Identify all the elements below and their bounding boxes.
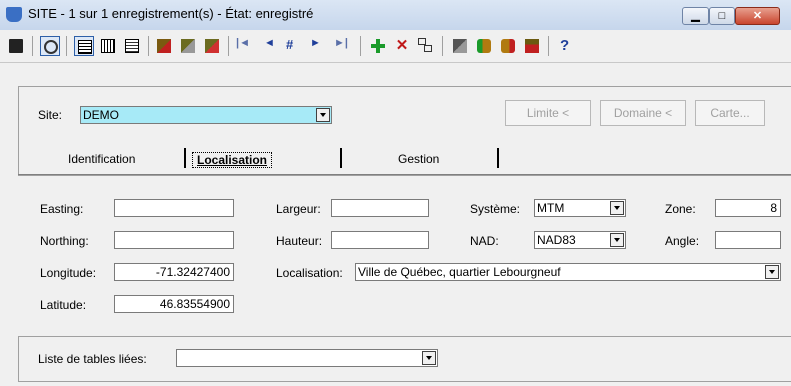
detail-view-icon[interactable] [122, 36, 142, 56]
main-window: SITE - 1 sur 1 enregistrement(s) - État:… [0, 0, 791, 386]
angle-field[interactable] [715, 231, 781, 249]
longitude-field[interactable]: -71.32427400 [114, 263, 234, 281]
toolbar: |◄ ◄ # ► ►| ✕ ? [0, 30, 791, 63]
window-title: SITE - 1 sur 1 enregistrement(s) - État:… [28, 6, 314, 21]
goto-record-icon[interactable]: # [286, 37, 293, 52]
longitude-label: Longitude: [40, 266, 97, 280]
maximize-icon: □ [718, 10, 726, 22]
latitude-label: Latitude: [40, 298, 87, 312]
tab-localisation[interactable]: Localisation [192, 152, 273, 168]
nad-label: NAD: [470, 234, 499, 248]
toolbar-separator [66, 36, 67, 56]
db-add-icon[interactable] [474, 36, 494, 56]
systeme-value: MTM [537, 201, 565, 215]
systeme-label: Système: [470, 202, 521, 216]
site-select[interactable]: DEMO [80, 106, 332, 124]
title-bar: SITE - 1 sur 1 enregistrement(s) - État:… [0, 0, 791, 31]
link-icon[interactable] [416, 36, 436, 56]
linked-tables-label: Liste de tables liées: [38, 352, 147, 366]
export-icon[interactable] [450, 36, 470, 56]
toolbar-separator [442, 36, 443, 56]
previous-record-icon[interactable]: ◄ [264, 37, 275, 49]
domaine-button[interactable]: Domaine < [600, 100, 686, 126]
hauteur-field[interactable] [331, 231, 429, 249]
tab-gestion[interactable]: Gestion [398, 152, 439, 166]
easting-field[interactable] [114, 199, 234, 217]
chevron-down-icon[interactable] [765, 265, 779, 279]
close-icon: ✕ [752, 10, 763, 22]
help-icon[interactable]: ? [560, 37, 569, 54]
nad-value: NAD83 [537, 233, 576, 247]
localisation-label: Localisation: [276, 266, 343, 280]
systeme-select[interactable]: MTM [534, 199, 626, 217]
toolbar-separator [148, 36, 149, 56]
close-button[interactable]: ✕ [735, 7, 780, 25]
toolbar-separator [548, 36, 549, 56]
northing-label: Northing: [40, 234, 89, 248]
site-label: Site: [38, 108, 63, 122]
app-icon [6, 7, 22, 22]
largeur-label: Largeur: [276, 202, 321, 216]
largeur-field[interactable] [331, 199, 429, 217]
zone-label: Zone: [665, 202, 696, 216]
tab-separator [497, 148, 499, 168]
chevron-down-icon[interactable] [422, 351, 436, 365]
hauteur-label: Hauteur: [276, 234, 323, 248]
easting-label: Easting: [40, 202, 84, 216]
delete-icon[interactable] [202, 36, 222, 56]
localisation-select[interactable]: Ville de Québec, quartier Lebourgneuf [355, 263, 781, 281]
chevron-down-icon[interactable] [316, 108, 330, 122]
limite-button[interactable]: Limite < [505, 100, 591, 126]
nad-select[interactable]: NAD83 [534, 231, 626, 249]
toolbar-separator [228, 36, 229, 56]
copy-icon[interactable] [178, 36, 198, 56]
site-value: DEMO [83, 108, 119, 122]
form-view-icon[interactable] [74, 36, 94, 56]
db-remove-icon[interactable] [498, 36, 518, 56]
toolbar-separator [360, 36, 361, 56]
toolbar-separator [32, 36, 33, 56]
calculator-icon[interactable] [522, 36, 542, 56]
print-icon[interactable] [154, 36, 174, 56]
save-icon[interactable] [6, 36, 26, 56]
angle-label: Angle: [665, 234, 700, 248]
northing-field[interactable] [114, 231, 234, 249]
localisation-value: Ville de Québec, quartier Lebourgneuf [358, 265, 561, 279]
tab-identification[interactable]: Identification [68, 152, 135, 166]
latitude-field[interactable]: 46.83554900 [114, 295, 234, 313]
refresh-icon[interactable] [40, 36, 60, 56]
chevron-down-icon[interactable] [610, 233, 624, 247]
minimize-icon: ▁ [691, 10, 700, 22]
last-record-icon[interactable]: ►| [334, 37, 348, 49]
add-icon[interactable] [368, 36, 388, 56]
zone-field[interactable]: 8 [715, 199, 781, 217]
tab-separator [184, 148, 186, 168]
maximize-button[interactable]: □ [709, 7, 735, 25]
tab-separator [340, 148, 342, 168]
linked-tables-select[interactable] [176, 349, 438, 367]
chevron-down-icon[interactable] [610, 201, 624, 215]
grid-view-icon[interactable] [98, 36, 118, 56]
tab-underline [18, 174, 791, 175]
first-record-icon[interactable]: |◄ [236, 37, 250, 49]
carte-button[interactable]: Carte... [695, 100, 765, 126]
minimize-button[interactable]: ▁ [682, 7, 709, 25]
next-record-icon[interactable]: ► [310, 37, 321, 49]
remove-icon[interactable]: ✕ [392, 36, 412, 56]
